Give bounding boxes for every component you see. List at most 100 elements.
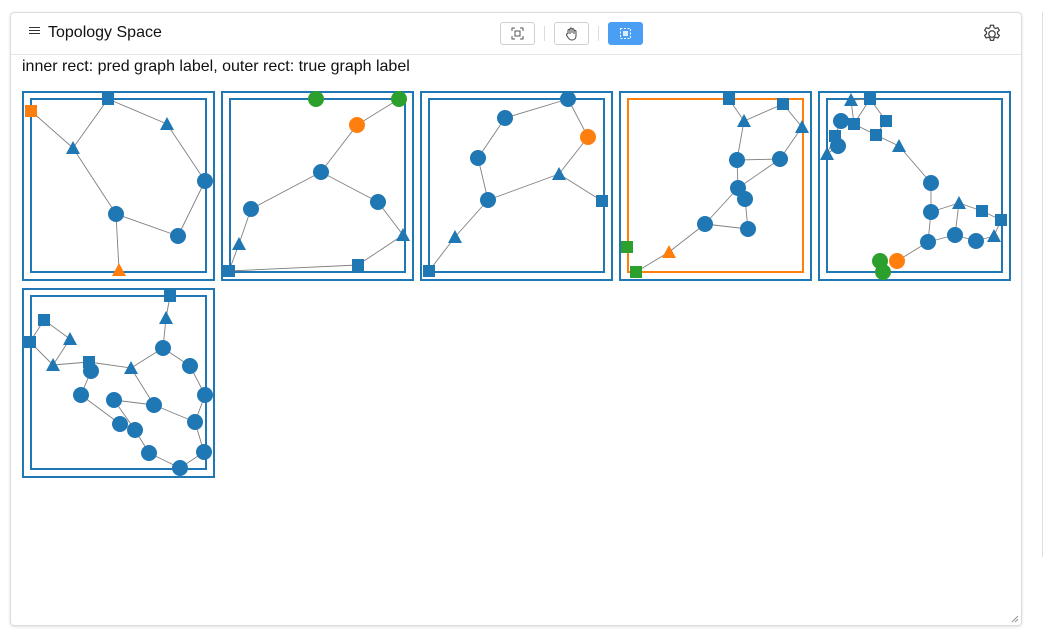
hand-icon	[565, 27, 577, 40]
graph-node-circle[interactable]	[108, 206, 124, 222]
pred-label-rect	[229, 98, 406, 273]
graph-edge	[72, 147, 117, 215]
graph-edge	[115, 213, 179, 237]
graph-node-triangle[interactable]	[737, 114, 751, 127]
graph-node-square[interactable]	[596, 195, 608, 207]
graph-node-triangle[interactable]	[159, 311, 173, 324]
graph-node-triangle[interactable]	[987, 229, 1001, 242]
graph-node-circle[interactable]	[112, 416, 128, 432]
graph-node-circle[interactable]	[772, 151, 788, 167]
graph-svg	[619, 91, 812, 281]
legend-caption: inner rect: pred graph label, outer rect…	[22, 58, 410, 75]
graph-node-circle[interactable]	[875, 264, 891, 280]
graph-node-circle[interactable]	[313, 164, 329, 180]
graph-node-circle[interactable]	[308, 91, 324, 107]
graph-node-square[interactable]	[870, 129, 882, 141]
graph-edge	[487, 173, 560, 201]
graph-node-circle[interactable]	[833, 113, 849, 129]
graph-node-triangle[interactable]	[795, 120, 809, 133]
resize-handle-icon[interactable]	[1009, 613, 1019, 623]
graph-node-circle[interactable]	[697, 216, 713, 232]
graph-node-circle[interactable]	[923, 204, 939, 220]
graph-node-triangle[interactable]	[552, 167, 566, 180]
graph-node-circle[interactable]	[106, 392, 122, 408]
graph-card[interactable]	[818, 91, 1011, 281]
graph-node-circle[interactable]	[243, 201, 259, 217]
graph-node-square[interactable]	[423, 265, 435, 277]
graph-node-circle[interactable]	[497, 110, 513, 126]
graph-node-circle[interactable]	[889, 253, 905, 269]
graph-node-triangle[interactable]	[892, 139, 906, 152]
graph-node-circle[interactable]	[146, 397, 162, 413]
graph-node-circle[interactable]	[127, 422, 143, 438]
graph-node-square[interactable]	[24, 336, 36, 348]
graph-card[interactable]	[221, 91, 414, 281]
graph-node-square[interactable]	[864, 93, 876, 105]
graph-node-circle[interactable]	[391, 91, 407, 107]
select-tool-button[interactable]	[608, 22, 643, 45]
graph-node-circle[interactable]	[182, 358, 198, 374]
graph-node-square[interactable]	[223, 265, 235, 277]
graph-node-circle[interactable]	[968, 233, 984, 249]
graph-node-square[interactable]	[880, 115, 892, 127]
pan-tool-button[interactable]	[554, 22, 589, 45]
graph-node-circle[interactable]	[370, 194, 386, 210]
graph-node-circle[interactable]	[470, 150, 486, 166]
graph-node-circle[interactable]	[83, 363, 99, 379]
graph-card[interactable]	[22, 91, 215, 281]
graph-node-triangle[interactable]	[232, 237, 246, 250]
graph-node-circle[interactable]	[480, 192, 496, 208]
graph-node-circle[interactable]	[580, 129, 596, 145]
graph-node-circle[interactable]	[196, 444, 212, 460]
graph-node-circle[interactable]	[920, 234, 936, 250]
graph-node-circle[interactable]	[349, 117, 365, 133]
graph-node-circle[interactable]	[73, 387, 89, 403]
graph-node-circle[interactable]	[947, 227, 963, 243]
graph-node-square[interactable]	[995, 214, 1007, 226]
graph-node-triangle[interactable]	[63, 332, 77, 345]
gear-icon	[984, 24, 1000, 42]
graph-card[interactable]	[619, 91, 812, 281]
graph-node-circle[interactable]	[172, 460, 188, 476]
graph-node-circle[interactable]	[729, 152, 745, 168]
graph-node-square[interactable]	[777, 98, 789, 110]
graph-node-circle[interactable]	[197, 173, 213, 189]
graph-node-circle[interactable]	[170, 228, 186, 244]
graph-node-circle[interactable]	[197, 387, 213, 403]
graph-node-circle[interactable]	[141, 445, 157, 461]
graph-card[interactable]	[420, 91, 613, 281]
graph-node-square[interactable]	[621, 241, 633, 253]
graph-node-circle[interactable]	[923, 175, 939, 191]
graph-node-triangle[interactable]	[66, 141, 80, 154]
graph-node-circle[interactable]	[740, 221, 756, 237]
graph-node-square[interactable]	[25, 105, 37, 117]
settings-button[interactable]	[981, 23, 1003, 45]
graph-node-square[interactable]	[848, 118, 860, 130]
graph-node-square[interactable]	[352, 259, 364, 271]
graph-node-circle[interactable]	[737, 191, 753, 207]
graph-edge	[72, 98, 109, 149]
drag-handle-icon[interactable]	[29, 27, 40, 36]
graph-node-circle[interactable]	[560, 91, 576, 107]
graph-node-triangle[interactable]	[952, 196, 966, 209]
graph-edge	[228, 264, 359, 272]
graph-node-square[interactable]	[976, 205, 988, 217]
graph-node-square[interactable]	[723, 93, 735, 105]
graph-node-circle[interactable]	[187, 414, 203, 430]
graph-node-square[interactable]	[38, 314, 50, 326]
graph-node-triangle[interactable]	[160, 117, 174, 130]
graph-node-square[interactable]	[102, 93, 114, 105]
graph-node-circle[interactable]	[830, 138, 846, 154]
graph-node-triangle[interactable]	[112, 263, 126, 276]
fit-view-button[interactable]	[500, 22, 535, 45]
fit-view-icon	[511, 27, 524, 40]
graph-card[interactable]	[22, 288, 215, 478]
graph-node-triangle[interactable]	[396, 228, 410, 241]
graph-node-square[interactable]	[630, 266, 642, 278]
graph-edge	[357, 234, 404, 266]
graph-node-square[interactable]	[164, 290, 176, 302]
graph-node-triangle[interactable]	[662, 245, 676, 258]
graph-node-circle[interactable]	[155, 340, 171, 356]
pred-label-rect	[30, 98, 207, 273]
graph-svg	[420, 91, 613, 281]
